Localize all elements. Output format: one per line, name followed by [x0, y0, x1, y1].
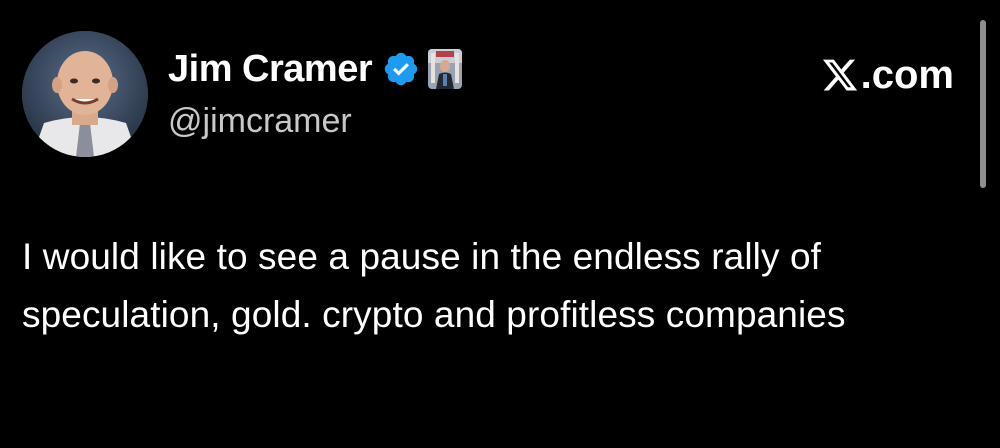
avatar[interactable] — [22, 31, 148, 157]
tweet-text: I would like to see a pause in the endle… — [22, 236, 846, 335]
verified-badge-icon — [384, 52, 418, 86]
author-display-name[interactable]: Jim Cramer — [168, 45, 373, 93]
affiliate-badge-image[interactable] — [428, 49, 463, 89]
author-name-row[interactable]: Jim Cramer — [168, 45, 463, 93]
scrollbar[interactable] — [980, 20, 986, 188]
site-label-text: .com — [860, 53, 954, 97]
site-label: .com — [821, 50, 954, 100]
author-handle[interactable]: @jimcramer — [168, 99, 352, 143]
avatar-photo — [22, 31, 148, 157]
x-logo-icon — [822, 59, 857, 91]
